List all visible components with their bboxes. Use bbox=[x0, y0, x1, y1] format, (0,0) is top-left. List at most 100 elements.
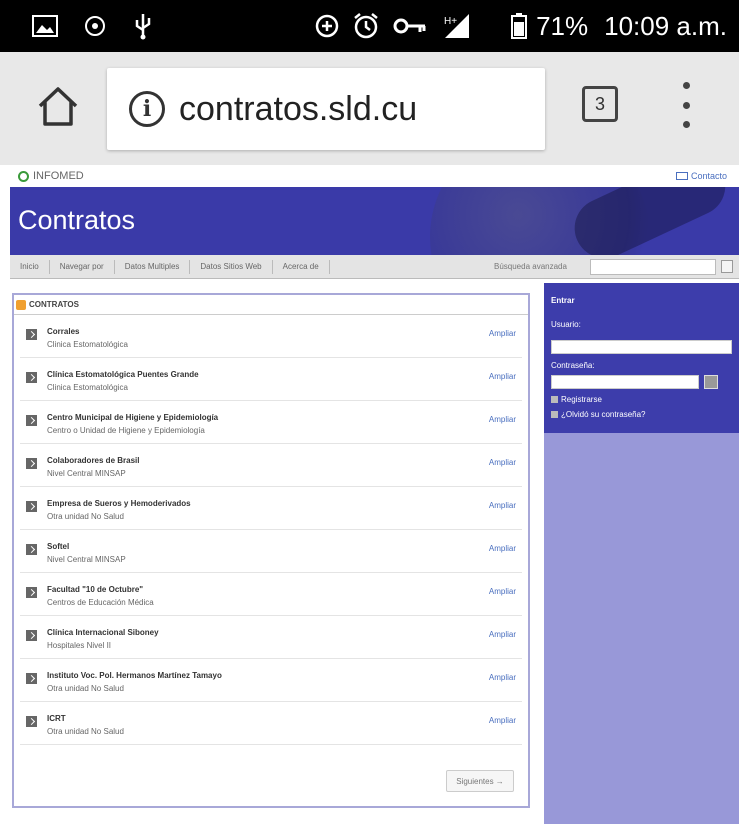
nav-item-navegar[interactable]: Navegar por bbox=[50, 259, 115, 274]
arrow-bullet-icon bbox=[26, 716, 37, 727]
battery-icon bbox=[511, 13, 528, 39]
contract-title[interactable]: Softel bbox=[47, 542, 69, 551]
arrow-bullet-icon bbox=[26, 372, 37, 383]
contract-category: Clinica Estomatológica bbox=[47, 340, 128, 349]
login-box: Entrar Usuario: Contraseña: Registrarse … bbox=[544, 283, 739, 433]
list-item: Corrales Clinica Estomatológica Ampliar bbox=[20, 315, 522, 358]
contracts-list: Corrales Clinica Estomatológica Ampliar Clí… bbox=[14, 315, 528, 745]
contact-link[interactable]: Contacto bbox=[675, 171, 727, 181]
contract-category: Nivel Central MINSAP bbox=[47, 469, 126, 478]
envelope-icon bbox=[675, 172, 688, 180]
list-item: Empresa de Sueros y Hemoderivados Otra un… bbox=[20, 487, 522, 530]
nav-item-inicio[interactable]: Inicio bbox=[10, 259, 50, 274]
site-nav: Inicio Navegar por Datos Multiples Datos… bbox=[10, 255, 739, 279]
arrow-bullet-icon bbox=[26, 415, 37, 426]
contract-category: Hospitales Nivel II bbox=[47, 641, 112, 650]
ampliar-link[interactable]: Ampliar bbox=[489, 458, 516, 467]
nav-item-datos-sitios[interactable]: Datos Sitios Web bbox=[190, 259, 273, 274]
list-item: Centro Municipal de Higiene y Epidemiolo… bbox=[20, 401, 522, 444]
list-item: Colaboradores de Brasil Nivel Central MIN… bbox=[20, 444, 522, 487]
arrow-bullet-icon bbox=[26, 458, 37, 469]
contract-title[interactable]: Clínica Estomatológica Puentes Grande bbox=[47, 370, 199, 379]
ampliar-link[interactable]: Ampliar bbox=[489, 329, 516, 338]
contract-category: Nivel Central MINSAP bbox=[47, 555, 126, 564]
contract-title[interactable]: Empresa de Sueros y Hemoderivados bbox=[47, 499, 191, 508]
forgot-password-link[interactable]: ¿Olvidó su contraseña? bbox=[551, 410, 646, 419]
search-input[interactable] bbox=[590, 259, 716, 275]
arrow-bullet-icon bbox=[26, 329, 37, 340]
panel-title: CONTRATOS bbox=[29, 300, 79, 309]
register-link-text: Registrarse bbox=[561, 395, 602, 404]
ampliar-link[interactable]: Ampliar bbox=[489, 372, 516, 381]
username-input[interactable] bbox=[551, 340, 732, 354]
register-link[interactable]: Registrarse bbox=[551, 395, 602, 404]
list-item: Softel Nivel Central MINSAP Ampliar bbox=[20, 530, 522, 573]
nav-item-datos-multiples[interactable]: Datos Multiples bbox=[115, 259, 191, 274]
ampliar-link[interactable]: Ampliar bbox=[489, 415, 516, 424]
ampliar-link[interactable]: Ampliar bbox=[489, 673, 516, 682]
ampliar-link[interactable]: Ampliar bbox=[489, 587, 516, 596]
alarm-icon bbox=[350, 12, 382, 40]
ampliar-link[interactable]: Ampliar bbox=[489, 716, 516, 725]
clock: 10:09 a.m. bbox=[604, 10, 727, 41]
home-icon bbox=[38, 87, 78, 126]
infomed-logo-icon bbox=[18, 170, 29, 182]
top-strip: INFOMED Contacto bbox=[0, 165, 739, 187]
ampliar-link[interactable]: Ampliar bbox=[489, 501, 516, 510]
contract-title[interactable]: Clínica Internacional Siboney bbox=[47, 628, 159, 637]
contract-category: Clinica Estomatológica bbox=[47, 383, 128, 392]
contract-title[interactable]: Centro Municipal de Higiene y Epidemiolo… bbox=[47, 413, 218, 422]
login-heading: Entrar bbox=[551, 296, 575, 305]
address-bar[interactable]: i contratos.sld.cu bbox=[107, 68, 545, 150]
browser-toolbar: i contratos.sld.cu 3 bbox=[0, 52, 739, 165]
image-notification-icon bbox=[30, 12, 60, 40]
ampliar-link[interactable]: Ampliar bbox=[489, 544, 516, 553]
signal-icon: H+ bbox=[440, 12, 472, 40]
svg-text:H+: H+ bbox=[444, 16, 457, 27]
list-item: ICRT Otra unidad No Salud Ampliar bbox=[20, 702, 522, 745]
bullet-icon bbox=[551, 396, 558, 403]
status-bar: H+ 71% 10:09 a.m. bbox=[0, 0, 739, 52]
tab-switcher-button[interactable]: 3 bbox=[582, 86, 618, 122]
status-right: 71% 10:09 a.m. bbox=[510, 0, 727, 52]
contract-category: Otra unidad No Salud bbox=[47, 512, 124, 521]
login-submit-button[interactable] bbox=[704, 375, 718, 389]
contract-title[interactable]: Corrales bbox=[47, 327, 79, 336]
contract-category: Otra unidad No Salud bbox=[47, 727, 124, 736]
infomed-logo[interactable]: INFOMED bbox=[18, 170, 84, 182]
nav-item-acerca[interactable]: Acerca de bbox=[273, 259, 330, 274]
bullet-icon bbox=[551, 411, 558, 418]
arrow-bullet-icon bbox=[26, 630, 37, 641]
search-button[interactable] bbox=[721, 260, 733, 273]
url-text[interactable]: contratos.sld.cu bbox=[179, 90, 417, 129]
password-label: Contraseña: bbox=[551, 361, 595, 370]
site-banner: Contratos bbox=[10, 187, 739, 255]
next-page-button[interactable]: Siguientes → bbox=[446, 770, 514, 792]
contact-link-text: Contacto bbox=[690, 171, 727, 181]
contract-title[interactable]: Facultad "10 de Octubre" bbox=[47, 585, 143, 594]
site-title[interactable]: Contratos bbox=[18, 205, 135, 236]
overflow-menu-icon[interactable] bbox=[676, 82, 696, 128]
ampliar-link[interactable]: Ampliar bbox=[489, 630, 516, 639]
list-item: Clínica Estomatológica Puentes Grande Cli… bbox=[20, 358, 522, 401]
usb-icon bbox=[128, 12, 158, 40]
home-button[interactable] bbox=[34, 82, 82, 130]
infomed-logo-text: INFOMED bbox=[33, 170, 84, 182]
vpn-key-icon bbox=[392, 12, 428, 40]
sidebar: Entrar Usuario: Contraseña: Registrarse … bbox=[544, 283, 739, 824]
info-icon[interactable]: i bbox=[129, 91, 165, 127]
data-saver-icon bbox=[312, 12, 342, 40]
password-input[interactable] bbox=[551, 375, 699, 389]
list-item: Instituto Voc. Pol. Hermanos Martínez Ta… bbox=[20, 659, 522, 702]
arrow-bullet-icon bbox=[26, 501, 37, 512]
contract-title[interactable]: Instituto Voc. Pol. Hermanos Martínez Ta… bbox=[47, 671, 222, 680]
contracts-panel: CONTRATOS Corrales Clinica Estomatológica… bbox=[12, 293, 530, 808]
forgot-password-link-text: ¿Olvidó su contraseña? bbox=[561, 410, 646, 419]
advanced-search-link[interactable]: Búsqueda avanzada bbox=[494, 262, 567, 271]
contract-category: Otra unidad No Salud bbox=[47, 684, 124, 693]
list-item: Facultad "10 de Octubre" Centros de Educa… bbox=[20, 573, 522, 616]
contract-title[interactable]: Colaboradores de Brasil bbox=[47, 456, 139, 465]
arrow-bullet-icon bbox=[26, 673, 37, 684]
contract-title[interactable]: ICRT bbox=[47, 714, 66, 723]
battery-percent: 71% bbox=[536, 10, 589, 41]
